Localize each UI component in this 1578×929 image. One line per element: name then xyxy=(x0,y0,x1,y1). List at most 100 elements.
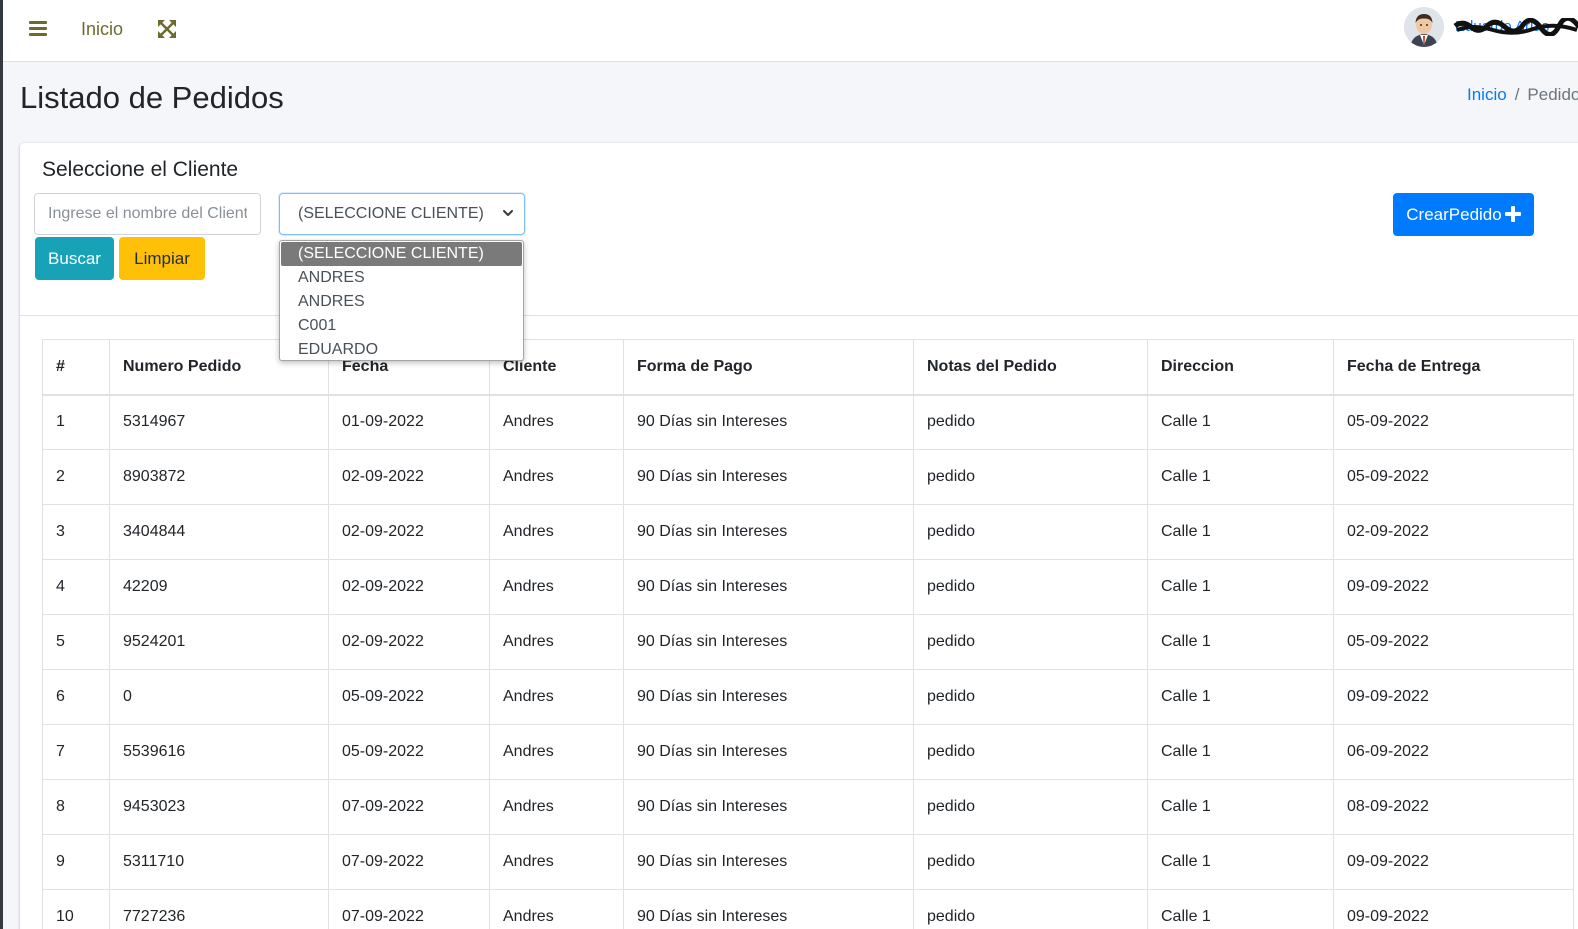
table-row: 5 9524201 02-09-2022 Andres 90 Días sin Inte… xyxy=(42,614,1574,670)
cell-number: 4 xyxy=(42,559,110,615)
cell-delivery-date: 05-09-2022 xyxy=(1333,394,1574,450)
cell-delivery-date: 09-09-2022 xyxy=(1333,834,1574,890)
create-order-label: CrearPedido xyxy=(1406,205,1502,224)
client-search-input[interactable] xyxy=(34,193,261,235)
cell-client: Andres xyxy=(489,834,624,890)
cell-payment: 90 Días sin Intereses xyxy=(623,779,914,835)
cell-delivery-date: 08-09-2022 xyxy=(1333,779,1574,835)
cell-client: Andres xyxy=(489,559,624,615)
bars-icon[interactable] xyxy=(29,21,47,37)
cell-delivery-date: 05-09-2022 xyxy=(1333,449,1574,505)
cell-notes: pedido xyxy=(913,449,1148,505)
table-row: 9 5311710 07-09-2022 Andres 90 Días sin Inte… xyxy=(42,834,1574,890)
client-option[interactable]: ANDRES xyxy=(280,290,523,314)
cell-notes: pedido xyxy=(913,504,1148,560)
expand-arrows-icon[interactable] xyxy=(157,19,177,39)
client-option[interactable]: (SELECCIONE CLIENTE) xyxy=(281,242,522,266)
cell-date: 02-09-2022 xyxy=(328,504,490,560)
cell-order-number: 3404844 xyxy=(109,504,329,560)
page-title: Listado de Pedidos xyxy=(20,80,284,115)
cell-payment: 90 Días sin Intereses xyxy=(623,504,914,560)
table-row: 2 8903872 02-09-2022 Andres 90 Días sin Inte… xyxy=(42,449,1574,505)
cell-order-number: 5314967 xyxy=(109,394,329,450)
breadcrumb-current: Pedidos xyxy=(1527,85,1578,104)
client-select[interactable]: (SELECCIONE CLIENTE) xyxy=(279,193,525,235)
client-select-value: (SELECCIONE CLIENTE) xyxy=(298,205,484,222)
filter-subtitle: Seleccione el Cliente xyxy=(42,158,239,181)
cell-date: 05-09-2022 xyxy=(328,724,490,780)
sidebar-edge xyxy=(0,0,3,929)
cell-address: Calle 1 xyxy=(1147,504,1334,560)
cell-client: Andres xyxy=(489,724,624,780)
cell-payment: 90 Días sin Intereses xyxy=(623,834,914,890)
cell-payment: 90 Días sin Intereses xyxy=(623,889,914,929)
cell-number: 10 xyxy=(42,889,110,929)
cell-notes: pedido xyxy=(913,614,1148,670)
orders-table: # Numero Pedido Fecha Cliente Forma de P… xyxy=(42,339,1574,929)
redaction-scribble xyxy=(1453,18,1578,36)
breadcrumb-home-link[interactable]: Inicio xyxy=(1467,85,1507,104)
cell-order-number: 0 xyxy=(109,669,329,725)
cell-number: 6 xyxy=(42,669,110,725)
cell-address: Calle 1 xyxy=(1147,779,1334,835)
cell-address: Calle 1 xyxy=(1147,724,1334,780)
plus-icon xyxy=(1504,206,1521,223)
cell-payment: 90 Días sin Intereses xyxy=(623,614,914,670)
top-navbar: Inicio Eduardo Arias xyxy=(3,0,1578,62)
column-header-delivery-date: Fecha de Entrega xyxy=(1333,339,1574,396)
cell-client: Andres xyxy=(489,779,624,835)
cell-order-number: 9524201 xyxy=(109,614,329,670)
cell-number: 3 xyxy=(42,504,110,560)
cell-number: 7 xyxy=(42,724,110,780)
cell-delivery-date: 06-09-2022 xyxy=(1333,724,1574,780)
column-header-number: # xyxy=(42,339,110,396)
cell-date: 01-09-2022 xyxy=(328,394,490,450)
avatar[interactable] xyxy=(1404,7,1444,47)
cell-delivery-date: 09-09-2022 xyxy=(1333,889,1574,929)
table-row: 4 42209 02-09-2022 Andres 90 Días sin Intere… xyxy=(42,559,1574,615)
cell-address: Calle 1 xyxy=(1147,834,1334,890)
cell-client: Andres xyxy=(489,889,624,929)
clear-button[interactable]: Limpiar xyxy=(119,237,205,280)
table-header-row: # Numero Pedido Fecha Cliente Forma de P… xyxy=(42,339,1574,396)
cell-client: Andres xyxy=(489,394,624,450)
cell-address: Calle 1 xyxy=(1147,669,1334,725)
client-option[interactable]: ANDRES xyxy=(280,266,523,290)
client-option[interactable]: C001 xyxy=(280,314,523,338)
cell-address: Calle 1 xyxy=(1147,889,1334,929)
cell-number: 2 xyxy=(42,449,110,505)
cell-client: Andres xyxy=(489,449,624,505)
cell-date: 02-09-2022 xyxy=(328,449,490,505)
cell-notes: pedido xyxy=(913,394,1148,450)
cell-payment: 90 Días sin Intereses xyxy=(623,394,914,450)
cell-number: 8 xyxy=(42,779,110,835)
table-row: 1 5314967 01-09-2022 Andres 90 Días sin Inte… xyxy=(42,394,1574,450)
table-row: 8 9453023 07-09-2022 Andres 90 Días sin Inte… xyxy=(42,779,1574,835)
cell-date: 07-09-2022 xyxy=(328,834,490,890)
orders-table-wrapper: # Numero Pedido Fecha Cliente Forma de P… xyxy=(42,339,1574,929)
cell-notes: pedido xyxy=(913,559,1148,615)
cell-order-number: 42209 xyxy=(109,559,329,615)
client-option[interactable]: EDUARDO xyxy=(280,338,523,360)
cell-address: Calle 1 xyxy=(1147,559,1334,615)
cell-notes: pedido xyxy=(913,779,1148,835)
cell-date: 02-09-2022 xyxy=(328,559,490,615)
cell-date: 07-09-2022 xyxy=(328,889,490,929)
cell-address: Calle 1 xyxy=(1147,449,1334,505)
search-button[interactable]: Buscar xyxy=(35,237,114,280)
cell-address: Calle 1 xyxy=(1147,394,1334,450)
table-row: 3 3404844 02-09-2022 Andres 90 Días sin Inte… xyxy=(42,504,1574,560)
cell-number: 5 xyxy=(42,614,110,670)
create-order-button[interactable]: CrearPedido xyxy=(1393,193,1534,236)
cell-delivery-date: 02-09-2022 xyxy=(1333,504,1574,560)
cell-client: Andres xyxy=(489,614,624,670)
cell-delivery-date: 05-09-2022 xyxy=(1333,614,1574,670)
client-select-dropdown: (SELECCIONE CLIENTE) ANDRES ANDRES C001 … xyxy=(279,240,524,361)
breadcrumb-separator: / xyxy=(1514,85,1520,104)
chevron-down-icon xyxy=(503,210,513,216)
table-row: 10 7727236 07-09-2022 Andres 90 Días sin Int… xyxy=(42,889,1574,929)
table-row: 7 5539616 05-09-2022 Andres 90 Días sin Inte… xyxy=(42,724,1574,780)
card-header: Seleccione el Cliente (SELECCIONE CLIENT… xyxy=(20,143,1578,316)
nav-home-link[interactable]: Inicio xyxy=(81,19,123,40)
column-header-notes: Notas del Pedido xyxy=(913,339,1148,396)
